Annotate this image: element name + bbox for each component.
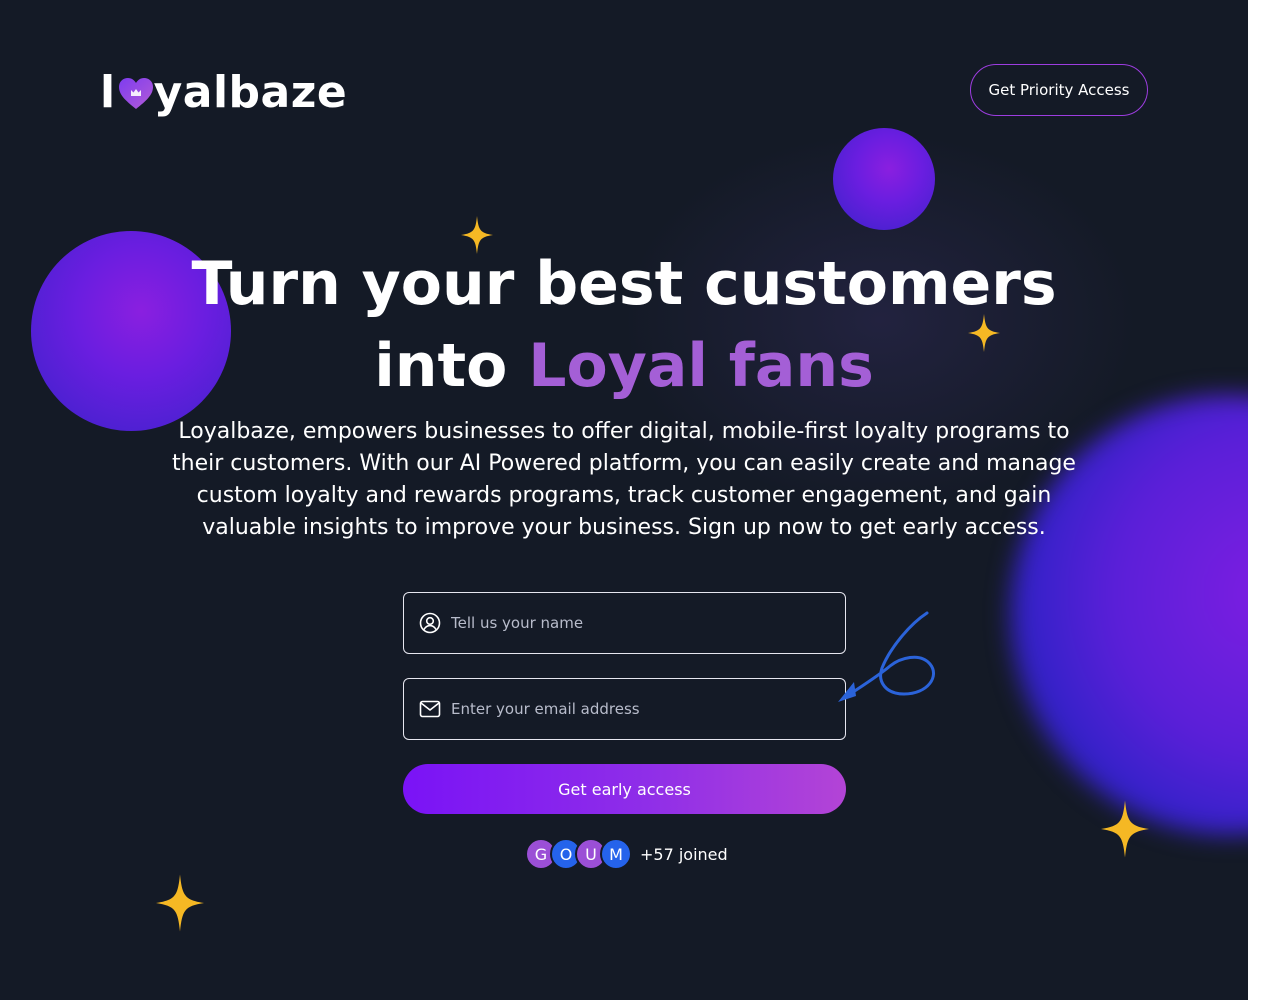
sparkle-icon [156, 874, 204, 932]
heart-crown-icon [118, 78, 153, 109]
decorative-orb-top [833, 128, 935, 230]
headline-accent-text: Loyal fans [528, 331, 874, 401]
headline-line-1: Turn your best customers [191, 249, 1057, 319]
landing-page: l yalbaze Get Priority Access Turn your … [0, 0, 1248, 1000]
joined-count: G O U M +57 joined [525, 838, 728, 870]
sparkle-icon [1101, 800, 1149, 858]
logo-text-suffix: yalbaze [153, 66, 348, 118]
user-circle-icon [419, 612, 441, 634]
get-early-access-button[interactable]: Get early access [403, 764, 846, 814]
envelope-icon [419, 700, 441, 718]
joined-text: +57 joined [640, 844, 728, 864]
logo-text-prefix: l [100, 66, 116, 118]
hero-subtitle: Loyalbaze, empowers businesses to offer … [172, 419, 1076, 540]
name-input[interactable] [451, 614, 831, 632]
hand-drawn-arrow-icon [838, 611, 936, 702]
brand-logo[interactable]: l yalbaze [100, 64, 347, 120]
email-input[interactable] [451, 700, 831, 718]
get-priority-access-button[interactable]: Get Priority Access [970, 64, 1148, 116]
avatar: M [600, 838, 632, 870]
name-field[interactable] [403, 592, 846, 654]
hero-headline: Turn your best customers into Loyal fans [0, 243, 1248, 407]
headline-plain-text: into [374, 331, 529, 401]
email-field[interactable] [403, 678, 846, 740]
headline-line-2: into Loyal fans [0, 325, 1248, 407]
